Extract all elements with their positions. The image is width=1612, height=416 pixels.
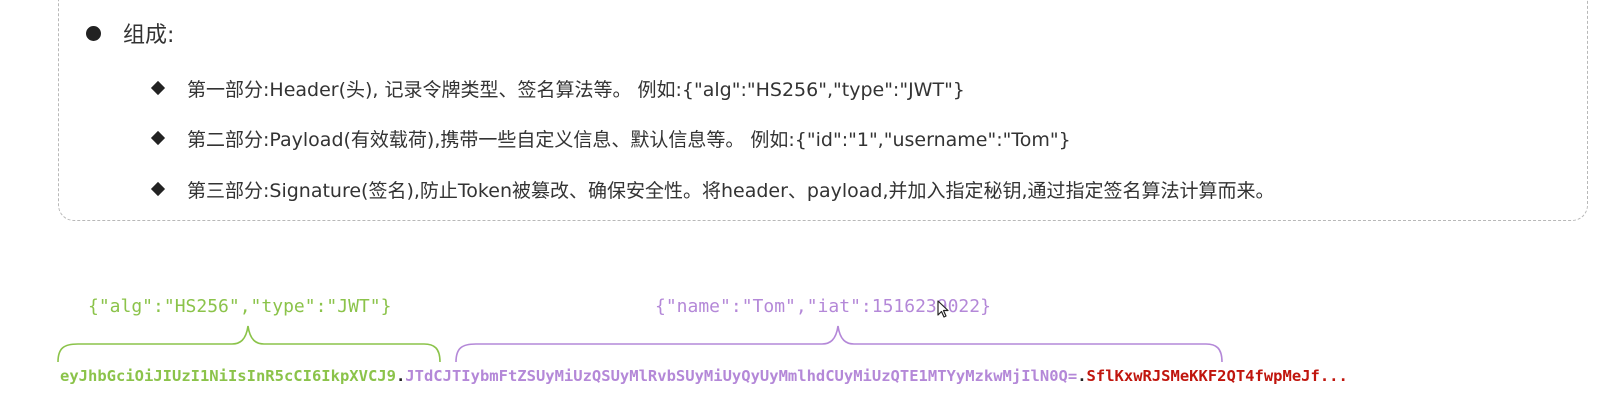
header-json-label: {"alg":"HS256","type":"JWT"} xyxy=(88,296,392,317)
composition-heading: 组成: xyxy=(86,18,174,48)
diamond-bullet-icon xyxy=(150,181,166,197)
jwt-token: eyJhbGciOiJIUzI1NiIsInR5cCI6IkpXVCJ9.JTd… xyxy=(60,367,1348,385)
item-text-signature: 第三部分:Signature(签名),防止Token被篡改、确保安全性。将hea… xyxy=(187,179,1275,202)
token-dot: . xyxy=(395,367,406,385)
list-item-signature: 第三部分:Signature(签名),防止Token被篡改、确保安全性。将hea… xyxy=(150,175,1275,203)
payload-brace xyxy=(455,325,1223,363)
item-text-header: 第一部分:Header(头), 记录令牌类型、签名算法等。 例如:{"alg":… xyxy=(187,78,965,101)
list-item-header: 第一部分:Header(头), 记录令牌类型、签名算法等。 例如:{"alg":… xyxy=(150,74,965,102)
token-dot: . xyxy=(1077,367,1087,385)
composition-title: 组成: xyxy=(123,23,175,48)
list-item-payload: 第二部分:Payload(有效载荷),携带一些自定义信息、默认信息等。 例如:{… xyxy=(150,124,1071,152)
token-payload-part: JTdCJTIybmFtZSUyMiUzQSUyMlRvbSUyMiUyQyUy… xyxy=(405,367,1078,385)
diamond-bullet-icon xyxy=(150,80,166,96)
header-brace xyxy=(57,325,441,363)
token-header-part: eyJhbGciOiJIUzI1NiIsInR5cCI6IkpXVCJ9 xyxy=(60,367,396,385)
token-signature-part: SflKxwRJSMeKKF2QT4fwpMeJf... xyxy=(1086,367,1348,385)
diamond-bullet-icon xyxy=(150,130,166,146)
item-text-payload: 第二部分:Payload(有效载荷),携带一些自定义信息、默认信息等。 例如:{… xyxy=(187,128,1071,151)
bullet-icon xyxy=(86,25,101,41)
mouse-cursor-icon xyxy=(937,300,949,318)
